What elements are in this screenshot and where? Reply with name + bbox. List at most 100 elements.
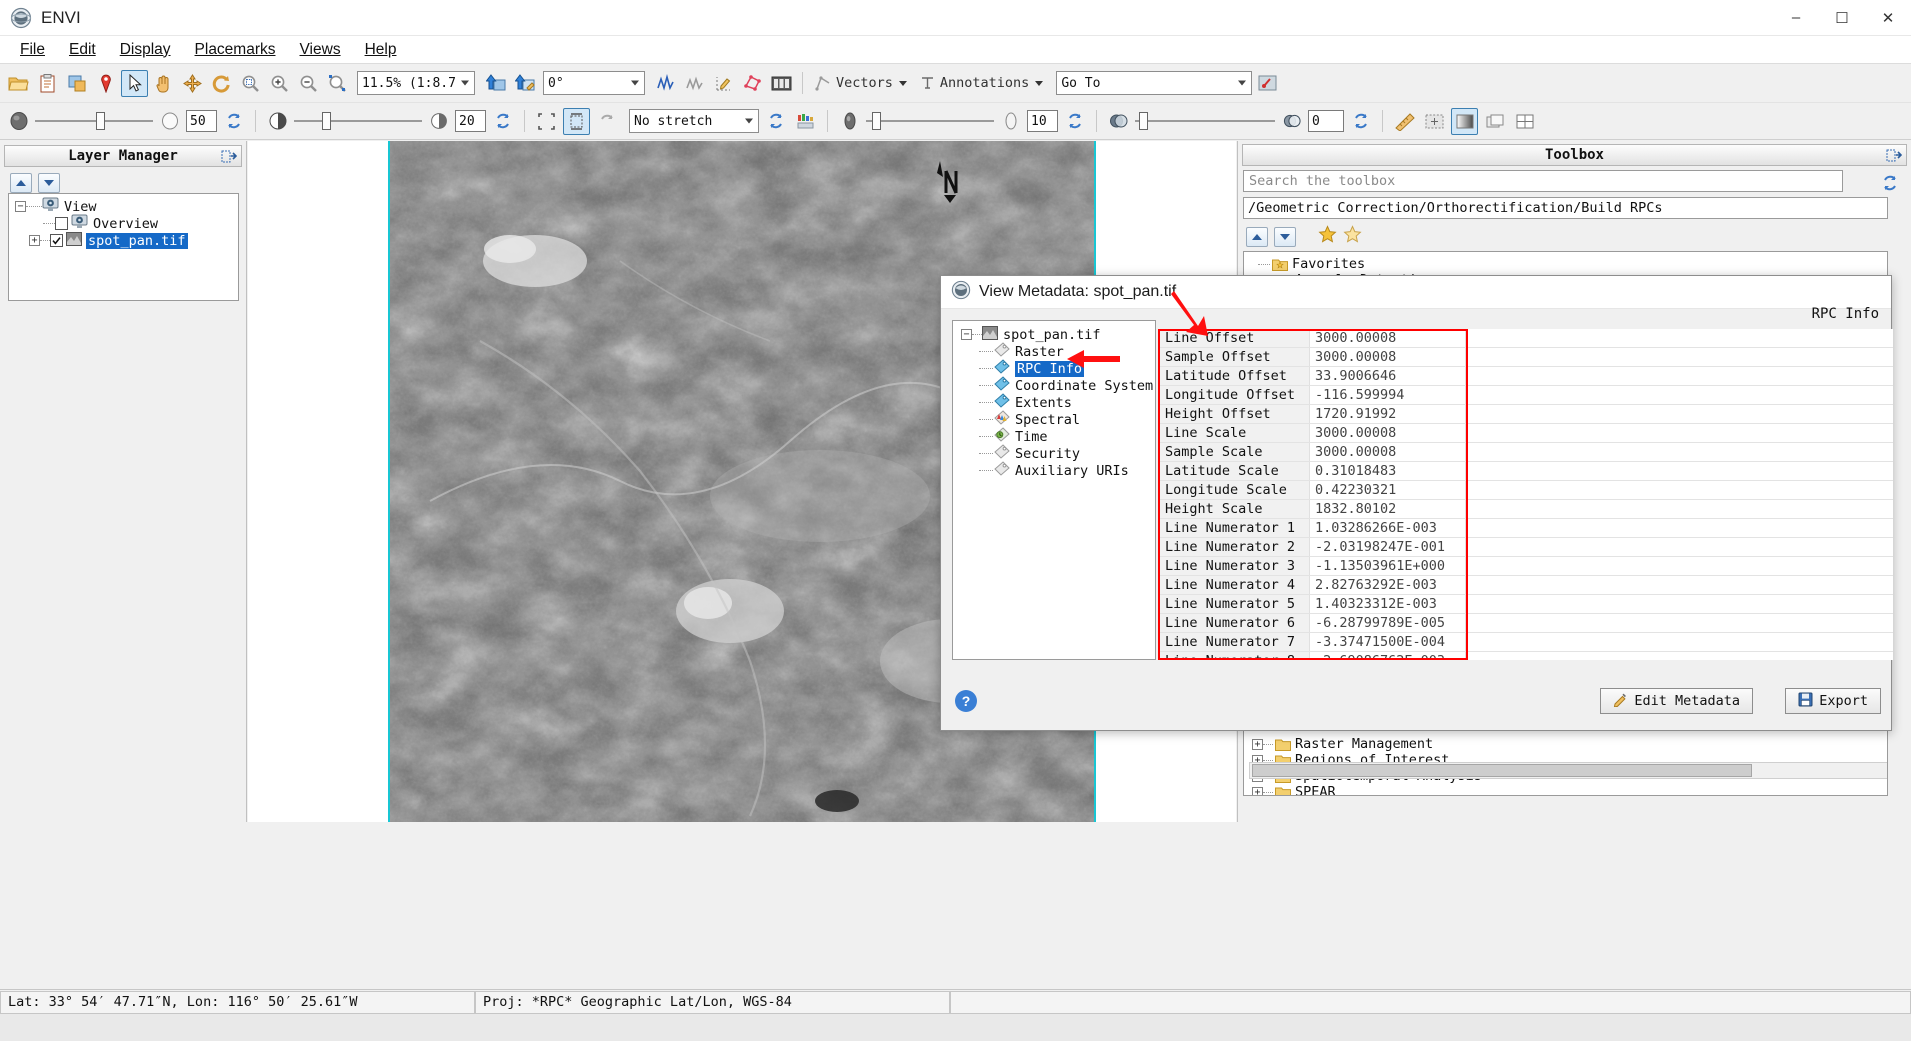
metadata-node-time[interactable]: Time [953,427,1155,445]
metadata-node-coordinate-system[interactable]: Coordinate System [953,376,1155,394]
placemark-pin-icon[interactable] [92,70,119,97]
toolbox-search-input[interactable]: Search the toolbox [1243,170,1843,192]
toolbox-path-field[interactable]: /Geometric Correction/Orthorectification… [1243,197,1888,219]
menu-views[interactable]: Views [288,38,353,62]
metadata-table[interactable]: Line Offset 3000.00008 Sample Offset 3000.… [1158,329,1893,660]
raise-layer-icon[interactable] [482,70,509,97]
spectral-profile-icon[interactable] [652,70,679,97]
rotation-combo[interactable]: 0° [543,71,645,95]
table-row[interactable]: Longitude Offset -116.599994 [1158,386,1893,405]
portal-icon[interactable] [533,108,560,135]
favorites-star-icon[interactable] [1318,225,1337,249]
expander-icon[interactable]: + [29,235,40,246]
toolbox-item-favorites[interactable]: Favorites [1244,256,1887,272]
view-single-icon[interactable] [1451,107,1478,135]
sharpen-value-input[interactable]: 10 [1027,110,1058,132]
table-row[interactable]: Line Numerator 7 -3.37471500E-004 [1158,633,1893,652]
expander-icon[interactable]: − [961,329,972,340]
table-row[interactable]: Latitude Offset 33.9006646 [1158,367,1893,386]
move-down-icon[interactable] [38,173,60,193]
table-row[interactable]: Line Numerator 8-2.69086762E-003 [1158,652,1893,660]
crop-icon[interactable] [63,70,90,97]
zoom-to-selection-icon[interactable] [324,70,351,97]
menu-placemarks[interactable]: Placemarks [183,38,288,62]
menu-file[interactable]: File [8,38,57,62]
table-row[interactable]: Latitude Scale 0.31018483 [1158,462,1893,481]
transparency-reset-icon[interactable] [1347,108,1374,135]
select-arrow-icon[interactable] [121,69,148,97]
table-row[interactable]: Line Numerator 1 1.03286266E-003 [1158,519,1893,538]
layer-checkbox-spot-pan[interactable] [50,234,63,247]
stretch-reset-icon[interactable] [762,108,789,135]
zoom-fit-icon[interactable] [237,70,264,97]
pan-hand-icon[interactable] [150,70,177,97]
export-button[interactable]: Export [1785,688,1881,714]
refresh-icon[interactable] [1876,169,1903,196]
table-row[interactable]: Height Offset 1720.91992 [1158,405,1893,424]
metadata-node-security[interactable]: Security [953,444,1155,462]
metadata-category-tree[interactable]: − spot_pan.tif Raster RPC Info Coordinat… [952,320,1156,660]
zoom-out-icon[interactable] [295,70,322,97]
table-row[interactable]: Height Scale 1832.80102 [1158,500,1893,519]
brightness-reset-icon[interactable] [220,108,247,135]
vectors-menu-button[interactable]: Vectors [810,72,912,94]
paste-icon[interactable] [34,70,61,97]
pin-panel-icon[interactable] [1886,148,1903,168]
stretch-combo[interactable]: No stretch [629,109,759,133]
move-up-icon[interactable] [10,173,32,193]
expander-icon[interactable]: − [15,201,26,212]
table-row[interactable]: Line Scale 3000.00008 [1158,424,1893,443]
table-row[interactable]: Line Numerator 2 -2.03198247E-001 [1158,538,1893,557]
toolbox-item-spear[interactable]: + SPEAR [1244,784,1887,795]
crosshair-icon[interactable] [1421,108,1448,135]
add-favorite-icon[interactable] [1343,225,1362,249]
roi-tool-icon[interactable] [739,70,766,97]
measure-ruler-icon[interactable] [1391,108,1418,135]
move-up-icon[interactable] [1246,227,1268,247]
view-metadata-dialog[interactable]: View Metadata: spot_pan.tif − spot_pan.t… [940,275,1893,731]
menu-edit[interactable]: Edit [57,38,108,62]
zoom-level-combo[interactable]: 11.5% (1:8.7) [357,71,475,95]
toolbox-horizontal-scrollbar[interactable] [1249,762,1887,779]
pin-panel-icon[interactable] [221,149,238,169]
menu-help[interactable]: Help [353,38,409,62]
sharpen-reset-icon[interactable] [1061,108,1088,135]
help-button[interactable]: ? [955,690,977,712]
edit-metadata-button[interactable]: Edit Metadata [1600,688,1753,714]
table-row[interactable]: Line Numerator 4 2.82763292E-003 [1158,576,1893,595]
transparency-slider[interactable] [1135,110,1275,132]
table-row[interactable]: Line Numerator 3 -1.13503961E+000 [1158,557,1893,576]
flicker-icon[interactable] [593,108,620,135]
close-button[interactable]: ✕ [1865,0,1911,36]
layer-checkbox-overview[interactable] [55,217,68,230]
view-split-icon[interactable] [1511,108,1538,135]
maximize-button[interactable]: ☐ [1819,0,1865,36]
layer-node-overview[interactable]: Overview [9,214,238,232]
toolbox-item-raster-management[interactable]: + Raster Management [1244,736,1887,752]
metadata-node-raster[interactable]: Raster [953,342,1155,360]
goto-input[interactable]: Go To [1056,71,1253,95]
open-file-icon[interactable] [5,70,32,97]
view-stacked-icon[interactable] [1481,108,1508,135]
table-row[interactable]: Line Offset 3000.00008 [1158,329,1893,348]
contrast-value-input[interactable]: 20 [455,110,486,132]
rotate-icon[interactable] [208,70,235,97]
band-slider-icon[interactable] [768,70,795,97]
transparency-value-input[interactable]: 0 [1308,110,1344,132]
table-row[interactable]: Sample Offset 3000.00008 [1158,348,1893,367]
table-row[interactable]: Line Numerator 6 -6.28799789E-005 [1158,614,1893,633]
roi-pixel-icon[interactable] [710,70,737,97]
layer-node-view[interactable]: − View [9,197,238,215]
minimize-button[interactable]: – [1773,0,1819,36]
contrast-slider[interactable] [294,110,422,132]
blend-portal-icon[interactable] [563,107,590,135]
expander-icon[interactable]: + [1252,738,1263,750]
sharpen-slider[interactable] [866,110,994,132]
table-row[interactable]: Sample Scale 3000.00008 [1158,443,1893,462]
move-down-icon[interactable] [1274,227,1296,247]
profile-icon[interactable] [681,70,708,97]
layer-tree[interactable]: − View Overview + spot_pan.tif [8,193,239,301]
metadata-node-spot-pan[interactable]: − spot_pan.tif [953,325,1155,343]
table-row[interactable]: Longitude Scale 0.42230321 [1158,481,1893,500]
layer-node-spot-pan[interactable]: + spot_pan.tif [9,231,238,249]
